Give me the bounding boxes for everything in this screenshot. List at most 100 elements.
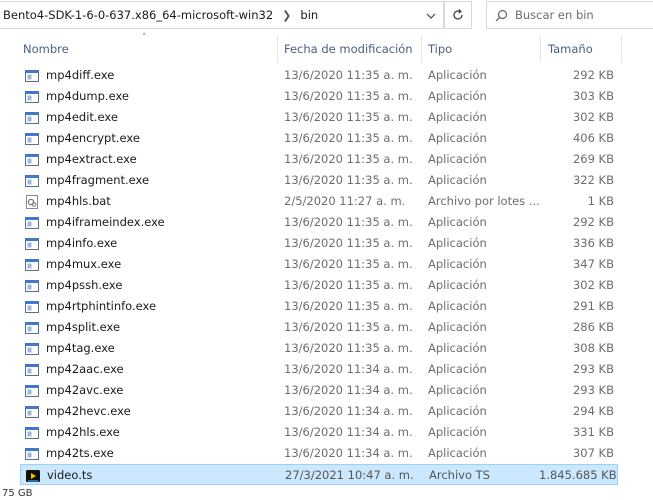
file-name[interactable]: mp42ts.exe (46, 443, 114, 464)
address-bar[interactable]: Bento4-SDK-1-6-0-637.x86_64-microsoft-wi… (0, 1, 444, 29)
file-name-cell[interactable]: mp4pssh.exe (20, 275, 278, 296)
file-date: 13/6/2020 11:34 a. m. (284, 446, 413, 460)
file-row[interactable]: mp42hevc.exe 13/6/2020 11:34 a. m. Aplicac… (20, 401, 618, 422)
file-date: 27/3/2021 10:47 a. m. (285, 468, 414, 482)
file-name[interactable]: mp4mux.exe (46, 254, 121, 275)
file-row[interactable]: mp4fragment.exe 13/6/2020 11:35 a. m. Apli… (20, 170, 618, 191)
file-name-cell[interactable]: mp4encrypt.exe (20, 128, 278, 149)
file-date: 13/6/2020 11:35 a. m. (284, 110, 413, 124)
file-size: 303 KB (572, 89, 614, 103)
file-date: 13/6/2020 11:35 a. m. (284, 278, 413, 292)
file-name-cell[interactable]: mp42hevc.exe (20, 401, 278, 422)
file-size: 308 KB (572, 341, 614, 355)
file-date: 13/6/2020 11:35 a. m. (284, 68, 413, 82)
file-name-cell[interactable]: mp4edit.exe (20, 107, 278, 128)
column-header-size[interactable]: Tamaño (543, 36, 622, 62)
file-name-cell[interactable]: mp42avc.exe (20, 380, 278, 401)
file-name[interactable]: mp4extract.exe (46, 149, 137, 170)
exe-icon (24, 215, 40, 231)
file-name-cell[interactable]: mp42aac.exe (20, 359, 278, 380)
refresh-button[interactable] (444, 1, 472, 29)
file-size: 336 KB (572, 236, 614, 250)
file-name[interactable]: mp4split.exe (46, 317, 120, 338)
file-row[interactable]: mp4iframeindex.exe 13/6/2020 11:35 a. m. A… (20, 212, 618, 233)
column-header-date[interactable]: Fecha de modificación (279, 36, 422, 62)
file-size: 322 KB (572, 173, 614, 187)
file-size: 347 KB (572, 257, 614, 271)
file-date: 13/6/2020 11:34 a. m. (284, 425, 413, 439)
file-name-cell[interactable]: mp4extract.exe (20, 149, 278, 170)
file-row[interactable]: mp4encrypt.exe 13/6/2020 11:35 a. m. Aplic… (20, 128, 618, 149)
file-row[interactable]: mp42ts.exe 13/6/2020 11:34 a. m. Aplicació… (20, 443, 618, 464)
file-name[interactable]: mp42hevc.exe (46, 401, 131, 422)
file-row[interactable]: mp4diff.exe 13/6/2020 11:35 a. m. Aplicaci… (20, 65, 618, 86)
file-row[interactable]: video.ts 27/3/2021 10:47 a. m. Archivo TS 1… (20, 464, 618, 485)
file-name-cell[interactable]: mp42ts.exe (20, 443, 278, 464)
file-row[interactable]: mp4hls.bat 2/5/2020 11:27 a. m. Archivo po… (20, 191, 618, 212)
file-name[interactable]: mp4diff.exe (46, 65, 114, 86)
file-row[interactable]: mp4extract.exe 13/6/2020 11:35 a. m. Aplic… (20, 149, 618, 170)
file-row[interactable]: mp4dump.exe 13/6/2020 11:35 a. m. Aplicaci… (20, 86, 618, 107)
file-row[interactable]: mp4split.exe 13/6/2020 11:35 a. m. Aplicac… (20, 317, 618, 338)
file-name[interactable]: mp4iframeindex.exe (46, 212, 165, 233)
file-type: Aplicación (428, 320, 487, 334)
file-name[interactable]: mp4hls.bat (46, 191, 111, 212)
file-name-cell[interactable]: mp4split.exe (20, 317, 278, 338)
file-name[interactable]: mp4fragment.exe (46, 170, 149, 191)
file-size: 286 KB (572, 320, 614, 334)
file-name-cell[interactable]: mp4mux.exe (20, 254, 278, 275)
file-name[interactable]: mp42aac.exe (46, 359, 124, 380)
breadcrumb-current-folder[interactable]: bin (296, 8, 322, 22)
file-date: 13/6/2020 11:35 a. m. (284, 236, 413, 250)
file-name[interactable]: mp42hls.exe (46, 422, 120, 443)
file-name[interactable]: mp4info.exe (46, 233, 117, 254)
column-header-name[interactable]: Nombre (18, 36, 278, 62)
file-name[interactable]: mp4encrypt.exe (46, 128, 140, 149)
file-date: 13/6/2020 11:35 a. m. (284, 257, 413, 271)
file-name-cell[interactable]: mp4iframeindex.exe (20, 212, 278, 233)
file-type: Aplicación (428, 383, 487, 397)
file-name[interactable]: mp4pssh.exe (46, 275, 122, 296)
file-name-cell[interactable]: mp4dump.exe (20, 86, 278, 107)
exe-icon (24, 425, 40, 441)
address-history-chevron-down-icon[interactable] (423, 8, 439, 24)
file-row[interactable]: mp4info.exe 13/6/2020 11:35 a. m. Aplicaci… (20, 233, 618, 254)
file-row[interactable]: mp4pssh.exe 13/6/2020 11:35 a. m. Aplicaci… (20, 275, 618, 296)
file-name-cell[interactable]: mp4rtphintinfo.exe (20, 296, 278, 317)
file-row[interactable]: mp42aac.exe 13/6/2020 11:34 a. m. Aplicaci… (20, 359, 618, 380)
file-name-cell[interactable]: mp42hls.exe (20, 422, 278, 443)
file-name[interactable]: video.ts (47, 465, 92, 486)
file-size: 1.845.685 KB (539, 468, 617, 482)
file-name[interactable]: mp4rtphintinfo.exe (46, 296, 156, 317)
file-type: Aplicación (428, 236, 487, 250)
refresh-icon (453, 9, 463, 20)
file-name-cell[interactable]: mp4hls.bat (20, 191, 278, 212)
file-row[interactable]: mp4tag.exe 13/6/2020 11:35 a. m. Aplicació… (20, 338, 618, 359)
file-row[interactable]: mp4edit.exe 13/6/2020 11:35 a. m. Aplicaci… (20, 107, 618, 128)
file-row[interactable]: mp4rtphintinfo.exe 13/6/2020 11:35 a. m. A… (20, 296, 618, 317)
file-name[interactable]: mp42avc.exe (46, 380, 123, 401)
column-header-type[interactable]: Tipo (423, 36, 541, 62)
file-size: 302 KB (572, 110, 614, 124)
exe-icon (24, 341, 40, 357)
breadcrumb-parent-folder[interactable]: Bento4-SDK-1-6-0-637.x86_64-microsoft-wi… (0, 8, 277, 22)
file-type: Aplicación (428, 173, 487, 187)
file-row[interactable]: mp42avc.exe 13/6/2020 11:34 a. m. Aplicaci… (20, 380, 618, 401)
file-name[interactable]: mp4tag.exe (46, 338, 115, 359)
file-name-cell[interactable]: video.ts (21, 465, 279, 486)
file-date: 13/6/2020 11:35 a. m. (284, 173, 413, 187)
file-size: 302 KB (572, 278, 614, 292)
file-name-cell[interactable]: mp4tag.exe (20, 338, 278, 359)
file-name-cell[interactable]: mp4info.exe (20, 233, 278, 254)
search-placeholder[interactable]: Buscar en bin (515, 8, 594, 22)
breadcrumb-chevron-icon[interactable]: ❯ (277, 9, 296, 22)
file-row[interactable]: mp42hls.exe 13/6/2020 11:34 a. m. Aplicaci… (20, 422, 618, 443)
file-name[interactable]: mp4edit.exe (46, 107, 118, 128)
file-name-cell[interactable]: mp4diff.exe (20, 65, 278, 86)
file-name-cell[interactable]: mp4fragment.exe (20, 170, 278, 191)
search-box[interactable]: Buscar en bin (486, 1, 653, 29)
file-row[interactable]: mp4mux.exe 13/6/2020 11:35 a. m. Aplicació… (20, 254, 618, 275)
exe-icon (24, 383, 40, 399)
address-toolbar: Bento4-SDK-1-6-0-637.x86_64-microsoft-wi… (0, 0, 653, 32)
file-name[interactable]: mp4dump.exe (46, 86, 129, 107)
